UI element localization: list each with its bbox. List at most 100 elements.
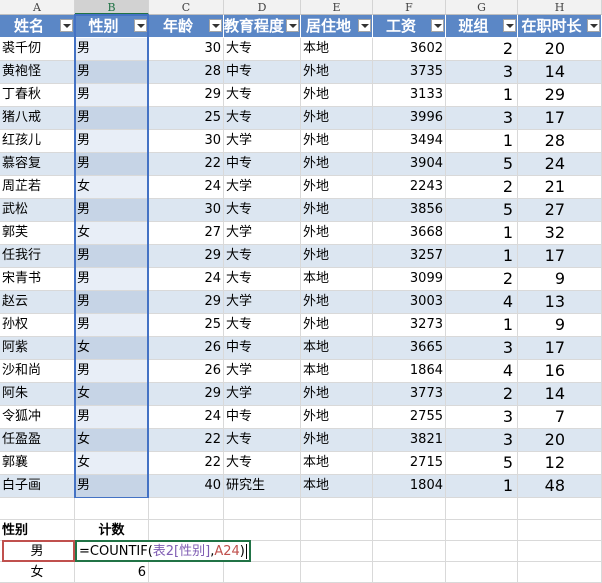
- table-cell[interactable]: 20: [518, 38, 602, 61]
- table-cell[interactable]: 3668: [373, 222, 446, 245]
- table-cell[interactable]: 大学: [224, 291, 301, 314]
- table-cell[interactable]: 5: [446, 199, 518, 222]
- table-cell[interactable]: 郭襄: [0, 452, 75, 475]
- table-cell[interactable]: 12: [518, 452, 602, 475]
- table-cell[interactable]: 3735: [373, 61, 446, 84]
- table-cell[interactable]: 24: [518, 153, 602, 176]
- table-cell[interactable]: 9: [518, 314, 602, 337]
- table-cell[interactable]: 本地: [301, 337, 373, 360]
- table-cell[interactable]: 慕容复: [0, 153, 75, 176]
- table-cell[interactable]: 外地: [301, 84, 373, 107]
- table-cell[interactable]: 2: [446, 268, 518, 291]
- table-cell[interactable]: 任我行: [0, 245, 75, 268]
- table-cell[interactable]: 28: [149, 61, 224, 84]
- table-cell[interactable]: 29: [149, 291, 224, 314]
- table-cell[interactable]: 外地: [301, 429, 373, 452]
- filter-dropdown-button[interactable]: [209, 19, 222, 32]
- empty-cell[interactable]: [518, 562, 602, 583]
- empty-cell[interactable]: [301, 520, 373, 541]
- table-cell[interactable]: 武松: [0, 199, 75, 222]
- table-cell[interactable]: 1864: [373, 360, 446, 383]
- table-cell[interactable]: 3: [446, 429, 518, 452]
- table-cell[interactable]: 中专: [224, 406, 301, 429]
- empty-cell[interactable]: [224, 562, 301, 583]
- table-cell[interactable]: 本地: [301, 268, 373, 291]
- column-header-c[interactable]: C: [149, 0, 224, 15]
- table-cell[interactable]: 14: [518, 383, 602, 406]
- table-cell[interactable]: 40: [149, 475, 224, 498]
- table-cell[interactable]: 猪八戒: [0, 107, 75, 130]
- table-cell[interactable]: 1804: [373, 475, 446, 498]
- empty-cell[interactable]: [224, 498, 301, 520]
- table-cell[interactable]: 大专: [224, 245, 301, 268]
- table-cell[interactable]: 男: [75, 268, 149, 291]
- empty-cell[interactable]: [446, 562, 518, 583]
- table-cell[interactable]: 中专: [224, 337, 301, 360]
- table-cell[interactable]: 研究生: [224, 475, 301, 498]
- table-cell[interactable]: 3: [446, 61, 518, 84]
- table-cell[interactable]: 25: [149, 314, 224, 337]
- table-cell[interactable]: 3: [446, 337, 518, 360]
- table-cell[interactable]: 外地: [301, 199, 373, 222]
- table-cell[interactable]: 丁春秋: [0, 84, 75, 107]
- table-cell[interactable]: 红孩儿: [0, 130, 75, 153]
- column-header-e[interactable]: E: [301, 0, 373, 15]
- table-cell[interactable]: 大学: [224, 130, 301, 153]
- summary-header-gender[interactable]: 性别: [0, 520, 75, 541]
- empty-cell[interactable]: [446, 520, 518, 541]
- spreadsheet[interactable]: A B C D E F G H 姓名 性别 年龄 教育程度 居住地 工资 班组 在职时长 裘千仞男 30 大专 本地 3…: [0, 0, 602, 583]
- table-cell[interactable]: 28: [518, 130, 602, 153]
- table-cell[interactable]: 女: [75, 222, 149, 245]
- column-header-f[interactable]: F: [373, 0, 446, 15]
- table-cell[interactable]: 27: [149, 222, 224, 245]
- column-header-d[interactable]: D: [224, 0, 301, 15]
- empty-cell[interactable]: [518, 498, 602, 520]
- table-cell[interactable]: 3602: [373, 38, 446, 61]
- table-cell[interactable]: 2715: [373, 452, 446, 475]
- table-cell[interactable]: 外地: [301, 61, 373, 84]
- table-cell[interactable]: 13: [518, 291, 602, 314]
- filter-dropdown-button[interactable]: [587, 19, 600, 32]
- empty-cell[interactable]: [149, 520, 224, 541]
- summary-male-label[interactable]: 男: [0, 541, 75, 562]
- filter-dropdown-button[interactable]: [134, 19, 147, 32]
- table-cell[interactable]: 宋青书: [0, 268, 75, 291]
- filter-dropdown-button[interactable]: [503, 19, 516, 32]
- empty-cell[interactable]: [518, 541, 602, 562]
- table-cell[interactable]: 22: [149, 452, 224, 475]
- table-cell[interactable]: 4: [446, 360, 518, 383]
- column-header-a[interactable]: A: [0, 0, 75, 15]
- table-cell[interactable]: 女: [75, 383, 149, 406]
- empty-cell[interactable]: [373, 498, 446, 520]
- table-cell[interactable]: 阿紫: [0, 337, 75, 360]
- table-cell[interactable]: 外地: [301, 314, 373, 337]
- table-cell[interactable]: 男: [75, 291, 149, 314]
- table-cell[interactable]: 大专: [224, 38, 301, 61]
- table-cell[interactable]: 1: [446, 130, 518, 153]
- table-cell[interactable]: 3904: [373, 153, 446, 176]
- empty-cell[interactable]: [0, 498, 75, 520]
- table-cell[interactable]: 29: [149, 245, 224, 268]
- table-cell[interactable]: 17: [518, 245, 602, 268]
- empty-cell[interactable]: [446, 541, 518, 562]
- table-cell[interactable]: 2: [446, 383, 518, 406]
- table-cell[interactable]: 大专: [224, 107, 301, 130]
- table-cell[interactable]: 外地: [301, 176, 373, 199]
- table-cell[interactable]: 令狐冲: [0, 406, 75, 429]
- table-cell[interactable]: 2: [446, 38, 518, 61]
- table-cell[interactable]: 1: [446, 222, 518, 245]
- table-cell[interactable]: 本地: [301, 38, 373, 61]
- filter-dropdown-button[interactable]: [431, 19, 444, 32]
- table-cell[interactable]: 48: [518, 475, 602, 498]
- table-cell[interactable]: 3257: [373, 245, 446, 268]
- table-cell[interactable]: 外地: [301, 245, 373, 268]
- table-cell[interactable]: 3856: [373, 199, 446, 222]
- table-cell[interactable]: 白子画: [0, 475, 75, 498]
- table-cell[interactable]: 黄袍怪: [0, 61, 75, 84]
- table-cell[interactable]: 30: [149, 38, 224, 61]
- table-cell[interactable]: 男: [75, 475, 149, 498]
- table-cell[interactable]: 大学: [224, 360, 301, 383]
- table-cell[interactable]: 24: [149, 268, 224, 291]
- table-cell[interactable]: 27: [518, 199, 602, 222]
- table-cell[interactable]: 5: [446, 452, 518, 475]
